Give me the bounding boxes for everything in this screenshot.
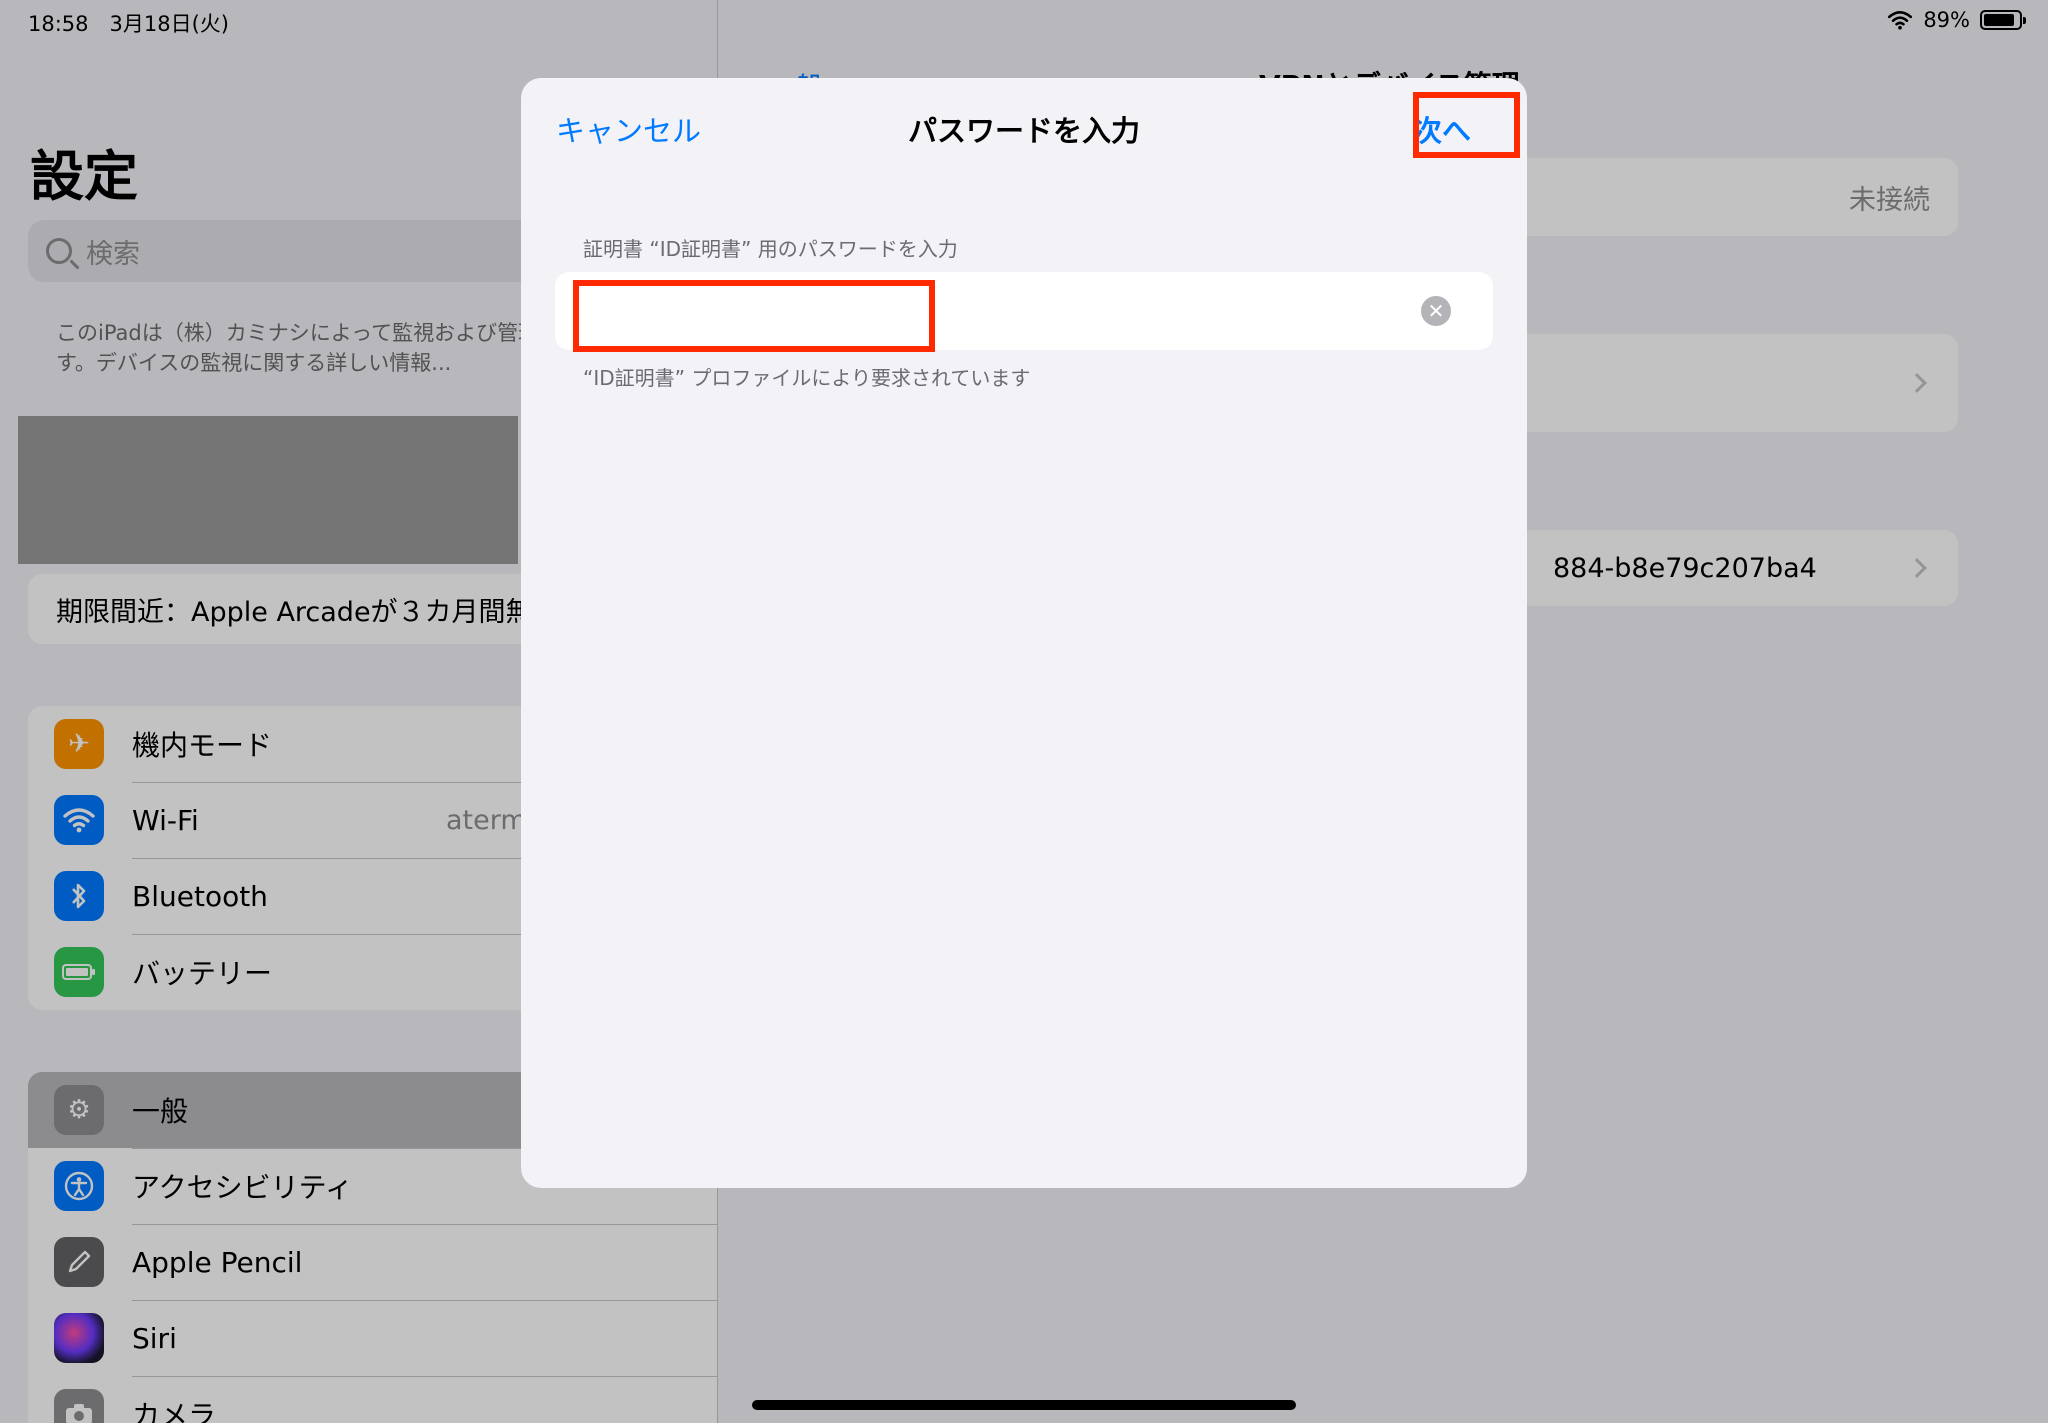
password-modal: パスワードを入力 キャンセル 次へ 証明書 “ID証明書” 用のパスワードを入力… (521, 78, 1527, 1188)
password-input[interactable] (581, 284, 1421, 338)
password-section-label: 証明書 “ID証明書” 用のパスワードを入力 (583, 237, 958, 261)
password-field-container: ✕ (555, 272, 1493, 352)
cancel-button[interactable]: キャンセル (556, 108, 701, 150)
next-button-highlight (1413, 92, 1520, 158)
clear-icon[interactable]: ✕ (1421, 296, 1451, 326)
password-footer-label: “ID証明書” プロファイルにより要求されています (583, 366, 1031, 390)
